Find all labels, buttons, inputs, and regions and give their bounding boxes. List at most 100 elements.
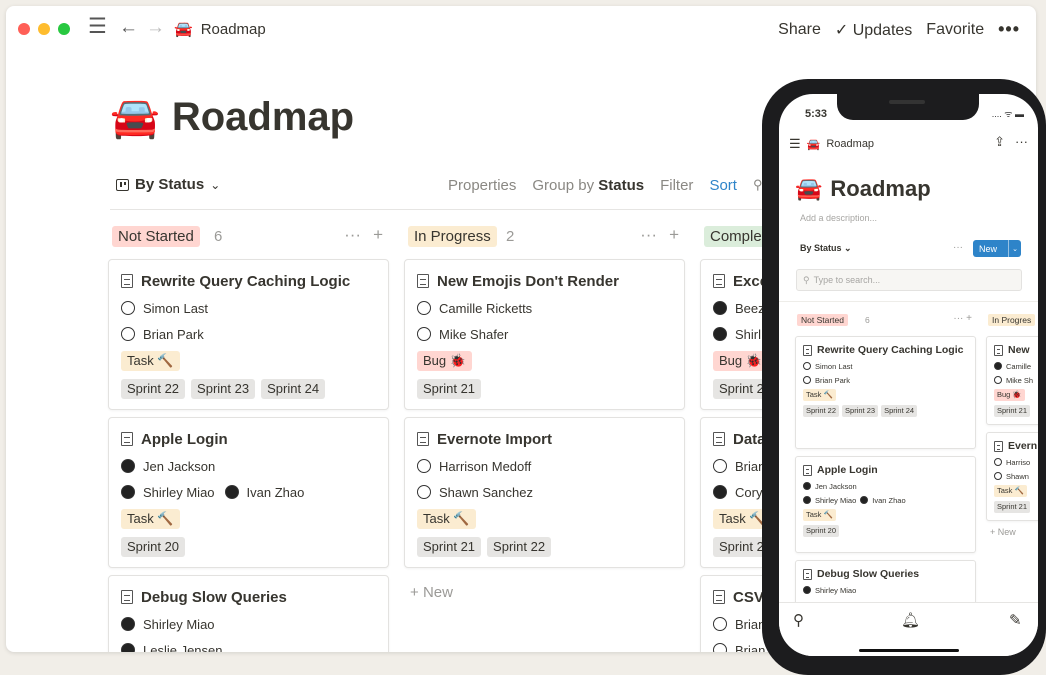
page-icon <box>994 345 1003 356</box>
bell-icon[interactable]: 🔔︎ <box>901 611 920 629</box>
phone-page-title: 🚘 Roadmap <box>795 176 931 202</box>
phone-new-button[interactable]: New ⌄ <box>973 240 1021 257</box>
card-title-text: New <box>1008 344 1030 356</box>
person-name: Camille <box>1006 361 1032 371</box>
person-name: Brian <box>735 458 766 474</box>
status-pill[interactable]: Not Started <box>797 314 848 326</box>
maximize-window-button[interactable] <box>58 23 70 35</box>
menu-icon[interactable]: ☰ <box>789 136 801 152</box>
person-name: Cory <box>735 484 763 500</box>
view-selector[interactable]: By Status ⌄ <box>116 176 220 193</box>
group-by-label: Group by <box>532 177 595 194</box>
sprint-tag: Sprint 24 <box>881 405 918 417</box>
phone-search-input[interactable]: ⚲ Type to search... <box>796 269 1022 291</box>
status-pill[interactable]: In Progress <box>408 226 497 247</box>
car-emoji-icon: 🚘 <box>806 138 821 151</box>
compose-icon[interactable]: ✎ <box>1009 611 1022 629</box>
card-title: New Emojis Don't Render <box>417 271 672 291</box>
person: Cory <box>713 485 762 500</box>
chevron-down-icon[interactable]: ⌄ <box>1008 240 1021 257</box>
person-name: Camille Ricketts <box>439 300 533 316</box>
sprint-tag: Sprint 20 <box>121 537 186 557</box>
phone-card[interactable]: Apple Login Jen Jackson Shirley Miao Ivan… <box>795 456 976 553</box>
phone-card[interactable]: Rewrite Query Caching Logic Simon Last B… <box>795 336 976 449</box>
sidebar-toggle-icon[interactable]: ☰ <box>88 16 107 37</box>
person: Brian Park <box>121 327 204 342</box>
page-icon <box>417 432 429 446</box>
board-card[interactable]: Rewrite Query Caching Logic Simon Last B… <box>108 259 389 410</box>
person-name: Simon Last <box>143 300 209 316</box>
updates-label: Updates <box>852 21 913 39</box>
status-pill[interactable]: In Progres <box>988 314 1036 326</box>
page-icon <box>713 590 725 604</box>
type-tag: Bug 🐞 <box>713 351 768 371</box>
person-name: Harriso <box>1006 457 1031 467</box>
home-indicator <box>859 649 959 652</box>
person-name: Beez <box>735 300 765 316</box>
card-title-text: Debug Slow Queries <box>141 588 287 606</box>
avatar-icon <box>803 496 811 504</box>
minimize-window-button[interactable] <box>38 23 50 35</box>
sort-button[interactable]: Sort <box>709 177 737 194</box>
phone-more-button[interactable]: ··· <box>953 242 963 253</box>
person-name: Mike Sh <box>1006 375 1034 385</box>
person-name: Jen Jackson <box>815 481 857 491</box>
plus-icon[interactable]: + <box>373 225 383 245</box>
card-title-text: Debug Slow Queries <box>817 568 920 580</box>
person-row: Shirley Miao Ivan Zhao <box>121 483 376 501</box>
favorite-button[interactable]: Favorite <box>926 21 984 39</box>
more-icon[interactable]: ··· <box>1015 134 1028 150</box>
person-name: Brian Park <box>143 326 204 342</box>
column-count: 2 <box>506 228 515 245</box>
phone-card[interactable]: Evern Harriso Shawn Task 🔨 Sprint 21 <box>986 432 1038 521</box>
sprint-tag: Sprint 21 <box>994 501 1031 513</box>
new-button-label: New <box>979 243 998 254</box>
person: Ivan Zhao <box>224 485 304 500</box>
search-icon[interactable]: ⚲ <box>793 611 804 629</box>
group-by-button[interactable]: Group by Status <box>532 177 644 194</box>
person-row: Shirley Miao <box>121 615 376 633</box>
person: Simon Last <box>121 301 208 316</box>
updates-button[interactable]: ✓ Updates <box>835 20 912 40</box>
more-icon[interactable]: ··· <box>344 225 361 245</box>
person-name: Leslie Jensen <box>143 642 223 653</box>
person-row: Camille Ricketts <box>417 299 672 317</box>
share-button[interactable]: Share <box>778 21 821 39</box>
avatar-icon <box>713 643 727 652</box>
person: Brian <box>713 643 765 652</box>
phone-card[interactable]: New Camille Mike Sh Bug 🐞 Sprint 21 <box>986 336 1038 425</box>
page-icon <box>713 274 725 288</box>
board-card[interactable]: New Emojis Don't Render Camille Ricketts… <box>404 259 685 410</box>
more-icon[interactable]: ··· <box>640 225 657 245</box>
breadcrumb[interactable]: 🚘 Roadmap <box>174 20 266 39</box>
phone-breadcrumb-title[interactable]: Roadmap <box>826 138 874 150</box>
person: Camille Ricketts <box>417 301 532 316</box>
filter-button[interactable]: Filter <box>660 177 693 194</box>
description-placeholder[interactable]: Add a description... <box>800 213 877 223</box>
status-pill[interactable]: Not Started <box>112 226 200 247</box>
column-actions[interactable]: ··· + <box>953 313 972 324</box>
phone-view-selector[interactable]: By Status ⌄ <box>800 243 852 254</box>
plus-icon[interactable]: + <box>669 225 679 245</box>
more-options-button[interactable]: ••• <box>998 19 1020 40</box>
person-row: Mike Shafer <box>417 325 672 343</box>
sprint-tag: Sprint 22 <box>487 537 552 557</box>
board-card[interactable]: Apple Login Jen Jackson Shirley Miao Iva… <box>108 417 389 568</box>
share-icon[interactable]: ⇪ <box>994 134 1005 150</box>
page-icon <box>803 345 812 356</box>
back-arrow-icon[interactable]: ← <box>119 18 138 37</box>
add-card-button[interactable]: + New <box>410 584 453 601</box>
forward-arrow-icon[interactable]: → <box>146 18 165 37</box>
page-icon <box>803 569 812 580</box>
board-card[interactable]: Debug Slow Queries Shirley Miao Leslie J… <box>108 575 389 652</box>
close-window-button[interactable] <box>18 23 30 35</box>
sprint-tag: Sprint 23 <box>191 379 256 399</box>
board-card[interactable]: Evernote Import Harrison Medoff Shawn Sa… <box>404 417 685 568</box>
properties-button[interactable]: Properties <box>448 177 516 194</box>
tag-row: Task 🔨 <box>994 485 1038 497</box>
tag-row: Task 🔨 <box>121 509 376 529</box>
tag-row: Bug 🐞 <box>994 389 1038 401</box>
sprint-tag: Sprint 21 <box>994 405 1031 417</box>
status-pill[interactable]: Comple <box>704 226 768 247</box>
phone-add-card-button[interactable]: + New <box>990 527 1016 537</box>
